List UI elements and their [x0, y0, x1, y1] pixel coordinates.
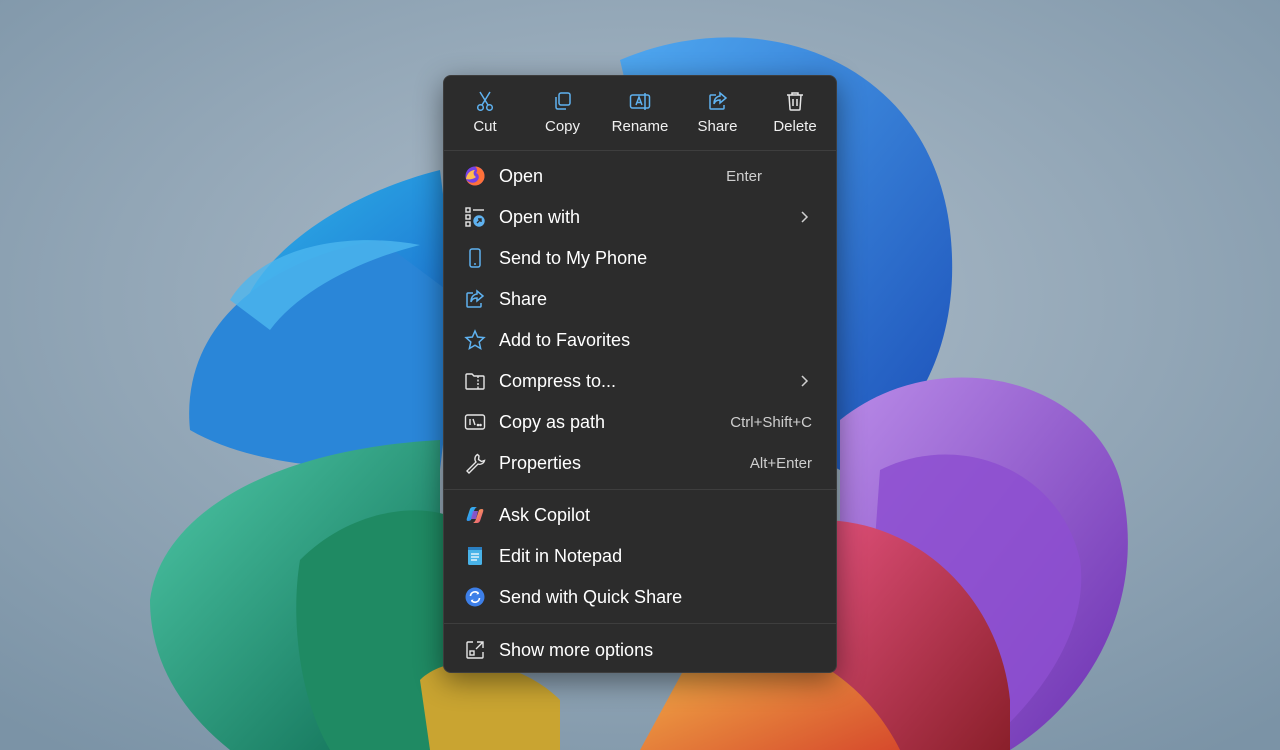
star-icon [464, 329, 486, 351]
notepad-icon [464, 545, 486, 567]
wrench-icon [464, 452, 486, 474]
menu-item-label: Add to Favorites [499, 329, 631, 350]
copy-label: Copy [544, 118, 581, 135]
menu-item-label: Copy as path [499, 411, 606, 432]
menu-item-add-to-favorites[interactable]: Add to Favorites [448, 320, 832, 360]
shortcut-text: Enter [726, 167, 762, 185]
chevron-right-icon [801, 211, 809, 223]
menu-item-label: Open with [499, 206, 581, 227]
share-button[interactable]: Share [681, 76, 755, 150]
rename-button[interactable]: Rename [603, 76, 677, 150]
copilot-icon [464, 504, 486, 526]
zip-folder-icon [464, 370, 486, 392]
more-options-icon [464, 639, 486, 661]
menu-item-label: Properties [499, 452, 582, 473]
separator [444, 150, 836, 151]
menu-item-open[interactable]: Open Enter [448, 156, 832, 196]
trash-icon [784, 90, 806, 112]
chevron-right-icon [801, 375, 809, 387]
menu-item-ask-copilot[interactable]: Ask Copilot [448, 495, 832, 535]
rename-label: Rename [611, 118, 669, 135]
menu-item-edit-in-notepad[interactable]: Edit in Notepad [448, 536, 832, 576]
menu-item-label: Share [499, 288, 548, 309]
quick-share-icon [464, 586, 486, 608]
shortcut-text: Ctrl+Shift+C [730, 413, 812, 431]
menu-item-send-with-quick-share[interactable]: Send with Quick Share [448, 577, 832, 617]
separator [444, 623, 836, 624]
menu-item-properties[interactable]: Properties Alt+Enter [448, 443, 832, 483]
menu-item-open-with[interactable]: Open with [448, 197, 832, 237]
menu-item-label: Ask Copilot [499, 504, 591, 525]
menu-item-show-more-options[interactable]: Show more options [448, 630, 832, 670]
delete-label: Delete [773, 118, 817, 135]
menu-item-share[interactable]: Share [448, 279, 832, 319]
menu-item-label: Show more options [499, 639, 654, 660]
menu-item-copy-as-path[interactable]: Copy as path Ctrl+Shift+C [448, 402, 832, 442]
shortcut-text: Alt+Enter [749, 454, 812, 472]
cut-button[interactable]: Cut [448, 76, 522, 150]
share-label: Share [697, 118, 738, 135]
menu-item-label: Edit in Notepad [499, 545, 623, 566]
firefox-icon [464, 165, 486, 187]
rename-icon [629, 90, 651, 112]
menu-item-label: Send with Quick Share [499, 586, 683, 607]
share-icon [707, 90, 729, 112]
menu-item-compress-to[interactable]: Compress to... [448, 361, 832, 401]
delete-button[interactable]: Delete [758, 76, 832, 150]
open-with-icon [464, 206, 486, 228]
context-menu-toolbar: Cut Copy Rename Share Delete [444, 76, 836, 150]
copy-button[interactable]: Copy [526, 76, 600, 150]
share-icon [464, 288, 486, 310]
menu-item-label: Compress to... [499, 370, 617, 391]
context-menu: Cut Copy Rename Share Delete Open Enter … [443, 75, 837, 673]
separator [444, 489, 836, 490]
menu-item-label: Open [499, 165, 544, 186]
scissors-icon [474, 90, 496, 112]
menu-item-label: Send to My Phone [499, 247, 648, 268]
menu-item-send-to-phone[interactable]: Send to My Phone [448, 238, 832, 278]
cut-label: Cut [473, 118, 497, 135]
phone-icon [464, 247, 486, 269]
copy-icon [552, 90, 574, 112]
copy-path-icon [464, 411, 486, 433]
